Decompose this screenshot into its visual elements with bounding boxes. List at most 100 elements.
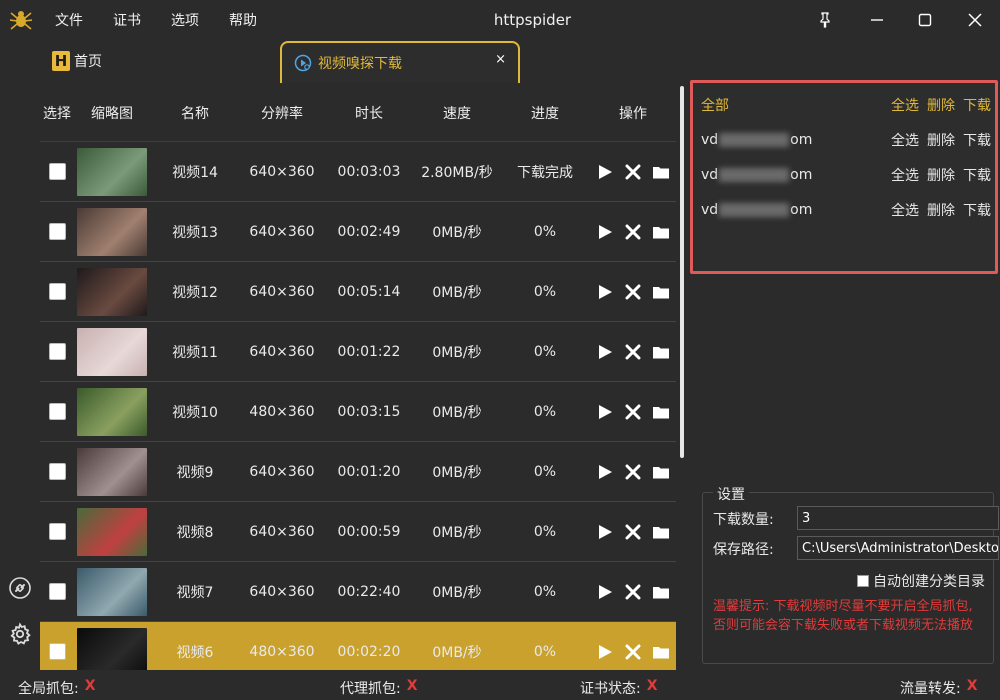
delete-x-icon[interactable] xyxy=(624,163,642,181)
folder-icon[interactable] xyxy=(652,163,670,181)
row-duration: 00:03:03 xyxy=(337,163,401,180)
gear-icon[interactable] xyxy=(8,622,32,646)
folder-icon[interactable] xyxy=(652,223,670,241)
tab-home[interactable]: H 首页 xyxy=(52,47,102,75)
menu-options[interactable]: 选项 xyxy=(156,10,214,30)
delete-x-icon[interactable] xyxy=(624,283,642,301)
row-checkbox[interactable] xyxy=(48,523,66,540)
link-icon[interactable] xyxy=(8,576,32,600)
row-speed: 0MB/秒 xyxy=(432,464,482,481)
play-icon[interactable] xyxy=(596,163,614,181)
table-row[interactable]: 视频9 640×360 00:01:20 0MB/秒 0% xyxy=(40,442,676,502)
auto-create-folder-checkbox[interactable] xyxy=(857,575,869,587)
menu-file[interactable]: 文件 xyxy=(40,10,98,30)
menu-help[interactable]: 帮助 xyxy=(214,10,272,30)
video-thumbnail xyxy=(77,447,147,496)
tab-close-icon[interactable]: × xyxy=(495,52,506,67)
row-checkbox[interactable] xyxy=(48,343,66,360)
table-row[interactable]: 视频12 640×360 00:05:14 0MB/秒 0% xyxy=(40,262,676,322)
tab-active-label: 视频嗅探下载 xyxy=(318,56,402,72)
delete-x-icon[interactable] xyxy=(624,403,642,421)
select-all-all-button[interactable]: 全选 xyxy=(891,95,919,115)
auto-create-folder-option[interactable]: 自动创建分类目录 xyxy=(857,571,985,591)
host-download-button[interactable]: 下载 xyxy=(963,200,991,220)
row-speed: 0MB/秒 xyxy=(432,524,482,541)
row-actions xyxy=(590,163,676,181)
header-name: 名称 xyxy=(181,105,209,122)
host-name[interactable]: vd om xyxy=(701,167,891,183)
header-resolution: 分辨率 xyxy=(261,105,303,122)
host-download-button[interactable]: 下载 xyxy=(963,165,991,185)
delete-x-icon[interactable] xyxy=(624,523,642,541)
row-checkbox[interactable] xyxy=(48,283,66,300)
row-checkbox[interactable] xyxy=(48,403,66,420)
status-global-capture: 全局抓包: X xyxy=(18,678,96,698)
table-row[interactable]: 视频10 480×360 00:03:15 0MB/秒 0% xyxy=(40,382,676,442)
table-row[interactable]: 视频13 640×360 00:02:49 0MB/秒 0% xyxy=(40,202,676,262)
table-row[interactable]: 视频6 480×360 00:02:20 0MB/秒 0% xyxy=(40,622,676,670)
save-path-row: 保存路径: C:\Users\Administrator\Desktop\ xyxy=(713,536,999,560)
host-delete-button[interactable]: 删除 xyxy=(927,130,955,150)
play-icon[interactable] xyxy=(596,223,614,241)
delete-x-icon[interactable] xyxy=(624,463,642,481)
row-checkbox[interactable] xyxy=(48,643,66,660)
maximize-button[interactable] xyxy=(912,8,938,32)
delete-x-icon[interactable] xyxy=(624,643,642,661)
host-download-button[interactable]: 下载 xyxy=(963,130,991,150)
download-count-input[interactable]: 3 xyxy=(797,506,999,530)
row-speed: 0MB/秒 xyxy=(432,344,482,361)
table-row[interactable]: 视频14 640×360 00:03:03 2.80MB/秒 下载完成 xyxy=(40,142,676,202)
menu-certificate[interactable]: 证书 xyxy=(98,10,156,30)
host-all-label[interactable]: 全部 xyxy=(701,95,891,115)
download-all-button[interactable]: 下载 xyxy=(963,95,991,115)
row-checkbox[interactable] xyxy=(48,463,66,480)
delete-x-icon[interactable] xyxy=(624,583,642,601)
tab-video-sniff-download[interactable]: 视频嗅探下载 × xyxy=(280,41,520,83)
play-icon[interactable] xyxy=(596,403,614,421)
pin-button[interactable] xyxy=(812,8,838,32)
delete-x-icon[interactable] xyxy=(624,343,642,361)
host-select-all-button[interactable]: 全选 xyxy=(891,165,919,185)
row-thumbnail-cell xyxy=(74,147,150,196)
folder-icon[interactable] xyxy=(652,403,670,421)
folder-icon[interactable] xyxy=(652,343,670,361)
row-checkbox[interactable] xyxy=(48,163,66,180)
delete-all-button[interactable]: 删除 xyxy=(927,95,955,115)
host-select-all-button[interactable]: 全选 xyxy=(891,200,919,220)
host-name[interactable]: vd om xyxy=(701,202,891,218)
play-icon[interactable] xyxy=(596,643,614,661)
delete-x-icon[interactable] xyxy=(624,223,642,241)
table-row[interactable]: 视频7 640×360 00:22:40 0MB/秒 0% xyxy=(40,562,676,622)
row-checkbox[interactable] xyxy=(48,583,66,600)
play-icon[interactable] xyxy=(596,523,614,541)
close-button[interactable] xyxy=(962,8,988,32)
row-resolution: 480×360 xyxy=(249,643,315,660)
folder-icon[interactable] xyxy=(652,583,670,601)
folder-icon[interactable] xyxy=(652,283,670,301)
host-delete-button[interactable]: 删除 xyxy=(927,200,955,220)
status-cert-value: X xyxy=(646,678,658,694)
folder-icon[interactable] xyxy=(652,643,670,661)
minimize-button[interactable] xyxy=(864,8,890,32)
video-thumbnail xyxy=(77,387,147,436)
play-icon[interactable] xyxy=(596,343,614,361)
table-row[interactable]: 视频11 640×360 00:01:22 0MB/秒 0% xyxy=(40,322,676,382)
table-scrollbar[interactable] xyxy=(680,86,684,458)
auto-create-folder-label: 自动创建分类目录 xyxy=(873,574,985,590)
host-prefix: vd xyxy=(701,167,719,183)
left-rail xyxy=(0,40,38,670)
play-icon[interactable] xyxy=(596,463,614,481)
folder-icon[interactable] xyxy=(652,463,670,481)
play-icon[interactable] xyxy=(596,283,614,301)
host-select-all-button[interactable]: 全选 xyxy=(891,130,919,150)
status-global-capture-label: 全局抓包: xyxy=(18,681,79,697)
row-duration: 00:05:14 xyxy=(337,283,401,300)
folder-icon[interactable] xyxy=(652,523,670,541)
host-delete-button[interactable]: 删除 xyxy=(927,165,955,185)
save-path-input[interactable]: C:\Users\Administrator\Desktop\ xyxy=(797,536,999,560)
row-checkbox[interactable] xyxy=(48,223,66,240)
host-name[interactable]: vd om xyxy=(701,132,891,148)
table-row[interactable]: 视频8 640×360 00:00:59 0MB/秒 0% xyxy=(40,502,676,562)
play-icon[interactable] xyxy=(596,583,614,601)
host-row: vd om 全选 删除 下载 xyxy=(701,165,991,185)
